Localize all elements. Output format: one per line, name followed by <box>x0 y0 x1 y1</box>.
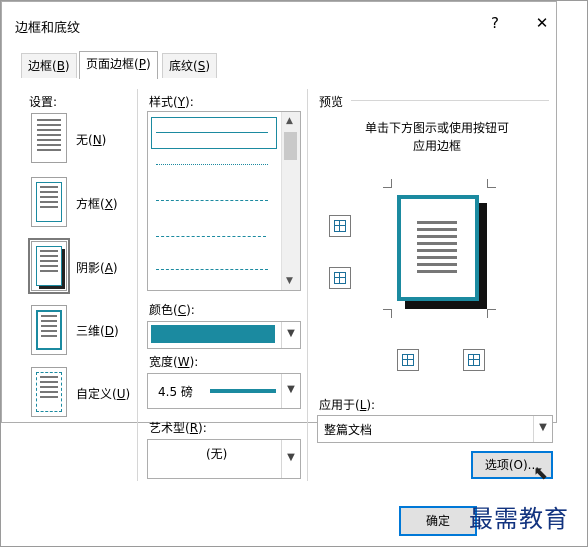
style-dash-dot-line[interactable] <box>156 269 268 270</box>
corner-mark <box>383 309 392 318</box>
style-selected-item[interactable] <box>151 117 277 149</box>
chevron-down-icon[interactable]: ▼ <box>286 276 293 286</box>
3d-border-icon <box>36 310 62 350</box>
border-left-icon <box>402 354 414 366</box>
border-bottom-icon <box>334 272 346 284</box>
width-value: 4.5 磅 <box>158 385 193 399</box>
art-dropdown[interactable]: (无) ▼ <box>147 439 301 479</box>
chevron-down-icon[interactable]: ▼ <box>281 374 300 408</box>
settings-heading: 设置: <box>29 95 58 109</box>
color-swatch <box>151 325 275 343</box>
setting-custom-label[interactable]: 自定义(U) <box>76 385 130 402</box>
color-label: 颜色(C): <box>149 303 195 317</box>
setting-3d-label[interactable]: 三维(D) <box>76 322 119 339</box>
column-divider <box>307 89 308 481</box>
column-divider <box>137 89 138 481</box>
setting-box-thumb[interactable] <box>31 177 67 227</box>
borders-and-shading-dialog: 边框和底纹 ? ✕ 边框(B) 页面边框(P) 底纹(S) 设置: 无(N) 方… <box>0 0 588 547</box>
style-dashed-line[interactable] <box>156 200 268 201</box>
width-line-preview <box>210 389 276 393</box>
top-border-button[interactable] <box>329 215 351 237</box>
right-border-button[interactable] <box>463 349 485 371</box>
dialog-title: 边框和底纹 <box>15 21 81 36</box>
setting-none-thumb[interactable] <box>31 113 67 163</box>
corner-mark <box>383 179 392 188</box>
preview-instructions: 单击下方图示或使用按钮可 应用边框 <box>364 121 509 153</box>
box-border-icon <box>36 182 62 222</box>
help-icon[interactable]: ? <box>485 13 505 33</box>
custom-border-icon <box>36 372 62 412</box>
art-value: (无) <box>206 447 228 461</box>
style-scrollbar[interactable]: ▲ ▼ <box>281 112 300 290</box>
close-icon[interactable]: ✕ <box>532 13 552 33</box>
corner-mark <box>487 179 496 188</box>
color-dropdown[interactable]: ▼ <box>147 321 301 349</box>
preview-heading: 预览 <box>319 95 344 109</box>
style-long-dash-line[interactable] <box>156 236 266 237</box>
setting-box-label[interactable]: 方框(X) <box>76 195 118 212</box>
style-solid-line[interactable] <box>156 132 268 133</box>
style-dotted-line[interactable] <box>156 164 268 165</box>
bottom-border-button[interactable] <box>329 267 351 289</box>
width-label: 宽度(W): <box>149 355 199 369</box>
corner-mark <box>487 309 496 318</box>
apply-to-dropdown[interactable]: 整篇文档 ▼ <box>317 415 553 443</box>
tab-shading[interactable]: 底纹(S) <box>162 53 217 78</box>
preview-page[interactable] <box>397 195 479 301</box>
style-label: 样式(Y): <box>149 95 194 109</box>
cursor-icon: ⬉ <box>533 463 549 484</box>
apply-to-value: 整篇文档 <box>324 423 373 437</box>
shadow-border-icon <box>36 246 62 286</box>
page-lines-icon <box>32 119 66 151</box>
chevron-down-icon[interactable]: ▼ <box>281 440 300 478</box>
ok-button[interactable]: 确定 <box>399 506 477 536</box>
scrollbar-thumb[interactable] <box>284 132 297 160</box>
setting-custom-thumb[interactable] <box>31 367 67 417</box>
border-right-icon <box>468 354 480 366</box>
border-top-icon <box>334 220 346 232</box>
page-lines-icon <box>417 221 457 277</box>
preview-divider <box>351 100 549 101</box>
tab-page-border[interactable]: 页面边框(P) <box>79 51 158 79</box>
art-label: 艺术型(R): <box>149 421 207 435</box>
style-listbox[interactable]: ▲ ▼ <box>147 111 301 291</box>
chevron-up-icon[interactable]: ▲ <box>286 116 293 126</box>
setting-none-label[interactable]: 无(N) <box>76 131 106 148</box>
watermark-text: 最需教育 <box>469 505 569 533</box>
chevron-down-icon[interactable]: ▼ <box>533 416 552 442</box>
setting-shadow-thumb[interactable] <box>28 238 70 294</box>
width-dropdown[interactable]: 4.5 磅 ▼ <box>147 373 301 409</box>
apply-to-label: 应用于(L): <box>319 398 376 412</box>
left-border-button[interactable] <box>397 349 419 371</box>
tab-borders[interactable]: 边框(B) <box>21 53 77 78</box>
chevron-down-icon[interactable]: ▼ <box>281 322 300 348</box>
setting-shadow-label[interactable]: 阴影(A) <box>76 259 118 276</box>
setting-3d-thumb[interactable] <box>31 305 67 355</box>
